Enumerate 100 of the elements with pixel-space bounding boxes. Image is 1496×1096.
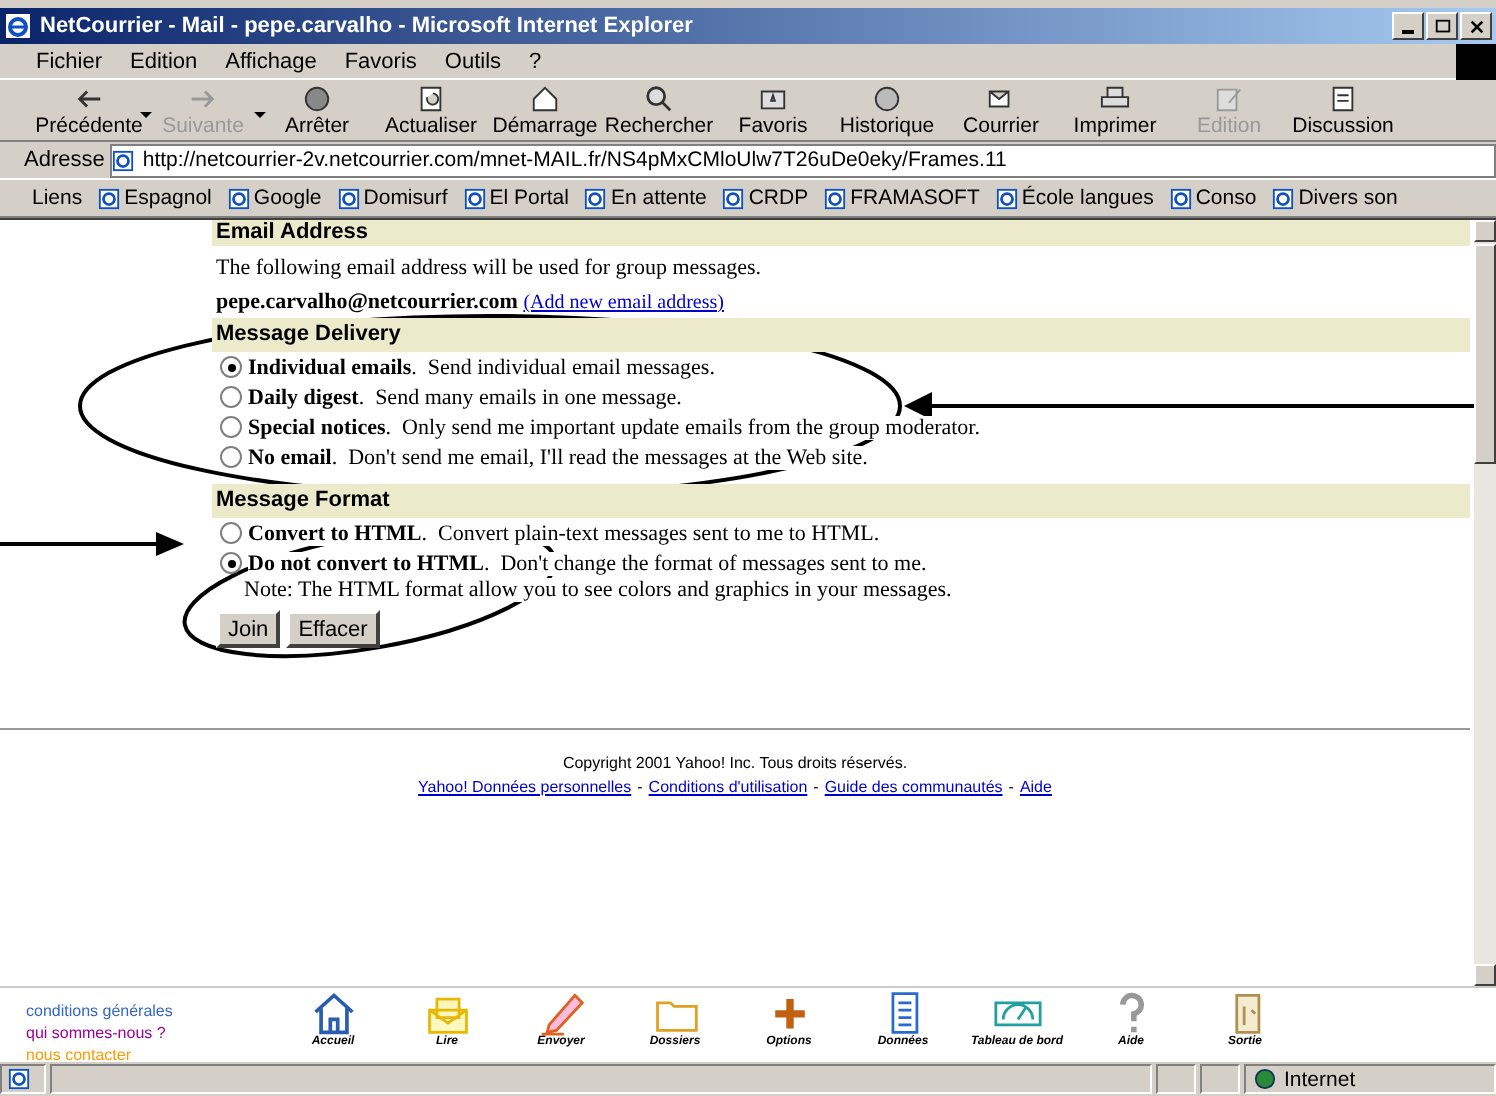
pencil-page-icon	[1214, 83, 1244, 113]
toolbar-button[interactable]: Actualiser	[374, 83, 488, 137]
toolbar-button[interactable]: Discussion	[1286, 83, 1400, 137]
separator-text: -	[637, 778, 643, 796]
footer-link[interactable]: Yahoo! Données personnelles	[418, 778, 632, 796]
browser-logo-icon	[4, 12, 32, 40]
bookmark-label: École langues	[1021, 186, 1154, 210]
link-bookmark[interactable]: Google	[227, 186, 322, 210]
close-button[interactable]	[1460, 12, 1492, 40]
footer-link[interactable]: conditions générales	[26, 1000, 266, 1022]
section-heading: Message Format	[212, 484, 1470, 518]
option-label: Convert to HTML. Convert plain-text messages sent to me to HTML.	[248, 521, 880, 545]
toolbar-button[interactable]: Rechercher	[602, 83, 716, 137]
toolbar-button[interactable]: Précédente	[32, 83, 146, 137]
bookmark-label: En attente	[610, 186, 707, 210]
page-icon	[722, 187, 745, 209]
radio-button[interactable]	[220, 416, 242, 438]
minimize-button[interactable]	[1392, 12, 1424, 40]
description-text: The following email address will be used for group messages.	[216, 256, 763, 280]
address-label: Adresse	[24, 148, 105, 172]
footer-link[interactable]: Guide des communautés	[824, 778, 1003, 796]
separator-text: -	[813, 778, 819, 796]
note-text: Note: The HTML format allow you to see colors and graphics in your messages.	[244, 578, 952, 602]
link-bookmark[interactable]: En attente	[584, 186, 707, 210]
links-label: Liens	[32, 186, 83, 210]
link-bookmark[interactable]: CRDP	[722, 186, 809, 210]
page-icon	[1169, 187, 1192, 209]
page-icon	[584, 187, 607, 209]
page-icon	[463, 187, 486, 209]
page-icon	[8, 1068, 30, 1090]
link-bookmark[interactable]: FRAMASOFT	[824, 186, 980, 210]
bookmark-label: Espagnol	[124, 186, 212, 210]
printer-icon	[1100, 83, 1130, 113]
bookmark-label: Domisurf	[363, 186, 448, 210]
vertical-scrollbar[interactable]	[1474, 218, 1496, 986]
toolbar-button[interactable]: Arrêter	[260, 83, 374, 137]
toolbar-button[interactable]: Démarrage	[488, 83, 602, 137]
footer-link[interactable]: Aide	[1019, 778, 1052, 796]
bookmark-label: Divers son	[1298, 186, 1398, 210]
bookmark-label: CRDP	[748, 186, 809, 210]
toolbar-button[interactable]: Courrier	[944, 83, 1058, 137]
radio-button[interactable]	[220, 446, 242, 468]
address-field[interactable]: http://netcourrier-2v.netcourrier.com/mnet-MAIL.fr/NS4pMxCMloUlw7T26uDe0eky/Frames.11	[110, 143, 1496, 177]
section-heading: Email Address	[212, 220, 1470, 246]
page-icon	[995, 187, 1018, 209]
refresh-icon	[416, 83, 446, 113]
section-heading: Message Delivery	[212, 318, 1470, 352]
menu-item[interactable]: Affichage	[225, 49, 317, 73]
status-panel	[1200, 1064, 1240, 1094]
windows-logo-icon	[1456, 43, 1496, 79]
house-icon	[530, 83, 560, 113]
link-bookmark[interactable]: Conso	[1169, 186, 1257, 210]
maximize-icon	[1433, 17, 1451, 35]
radio-button[interactable]	[220, 552, 242, 574]
page-icon	[112, 149, 135, 171]
maximize-button[interactable]	[1426, 12, 1458, 40]
menu-item[interactable]: Fichier	[36, 49, 103, 73]
separator-text: -	[1008, 778, 1014, 796]
option-label: Do not convert to HTML. Don't change the format of messages sent to me.	[248, 551, 927, 575]
window-title: NetCourrier - Mail - pepe.carvalho - Microsoft Internet Explorer	[40, 14, 695, 38]
radio-button[interactable]	[220, 522, 242, 544]
menu-item[interactable]: Edition	[130, 49, 198, 73]
page-icon	[824, 187, 847, 209]
bookmark-label: FRAMASOFT	[850, 186, 980, 210]
option-label: Individual emails. Send individual email messages.	[248, 355, 715, 379]
page-icon	[337, 187, 360, 209]
page-icon	[98, 187, 121, 209]
globe-icon	[872, 83, 902, 113]
option-label: Daily digest. Send many emails in one message.	[248, 385, 682, 409]
toolbar-button[interactable]: Imprimer	[1058, 83, 1172, 137]
link-bookmark[interactable]: Divers son	[1272, 186, 1398, 210]
email-address: pepe.carvalho@netcourrier.com	[216, 290, 518, 314]
footer-link[interactable]: Conditions d'utilisation	[648, 778, 808, 796]
link-bookmark[interactable]: École langues	[995, 186, 1154, 210]
search-icon	[644, 83, 674, 113]
menu-item[interactable]: Favoris	[344, 49, 417, 73]
link-bookmark[interactable]: Domisurf	[337, 186, 448, 210]
radio-button[interactable]	[220, 356, 242, 378]
link-bookmark[interactable]: Espagnol	[98, 186, 212, 210]
globe-icon	[1254, 1068, 1276, 1090]
toolbar-button[interactable]: Favoris	[716, 83, 830, 137]
bookmark-label: Conso	[1195, 186, 1257, 210]
page-icon	[1272, 187, 1295, 209]
link-bookmark[interactable]: El Portal	[463, 186, 569, 210]
add-email-link[interactable]: (Add new email address)	[523, 292, 724, 314]
bookmark-label: El Portal	[489, 186, 569, 210]
toolbar-button[interactable]: Historique	[830, 83, 944, 137]
menu-item[interactable]: Outils	[444, 49, 502, 73]
form-button[interactable]: Join	[216, 610, 281, 648]
status-panel	[1156, 1064, 1196, 1094]
form-button[interactable]: Effacer	[286, 610, 380, 648]
radio-button[interactable]	[220, 386, 242, 408]
bookmark-label: Google	[253, 186, 322, 210]
copyright-text: Copyright 2001 Yahoo! Inc. Tous droits réservés.	[562, 754, 908, 772]
page-icon	[1328, 83, 1358, 113]
close-icon	[1467, 17, 1485, 35]
footer-link[interactable]: qui sommes-nous ?	[26, 1022, 266, 1044]
option-label: Special notices. Only send me important update emails from the group moderator.	[248, 415, 980, 439]
menu-item[interactable]: ?	[529, 49, 542, 73]
dropdown-caret-icon[interactable]	[140, 111, 152, 117]
